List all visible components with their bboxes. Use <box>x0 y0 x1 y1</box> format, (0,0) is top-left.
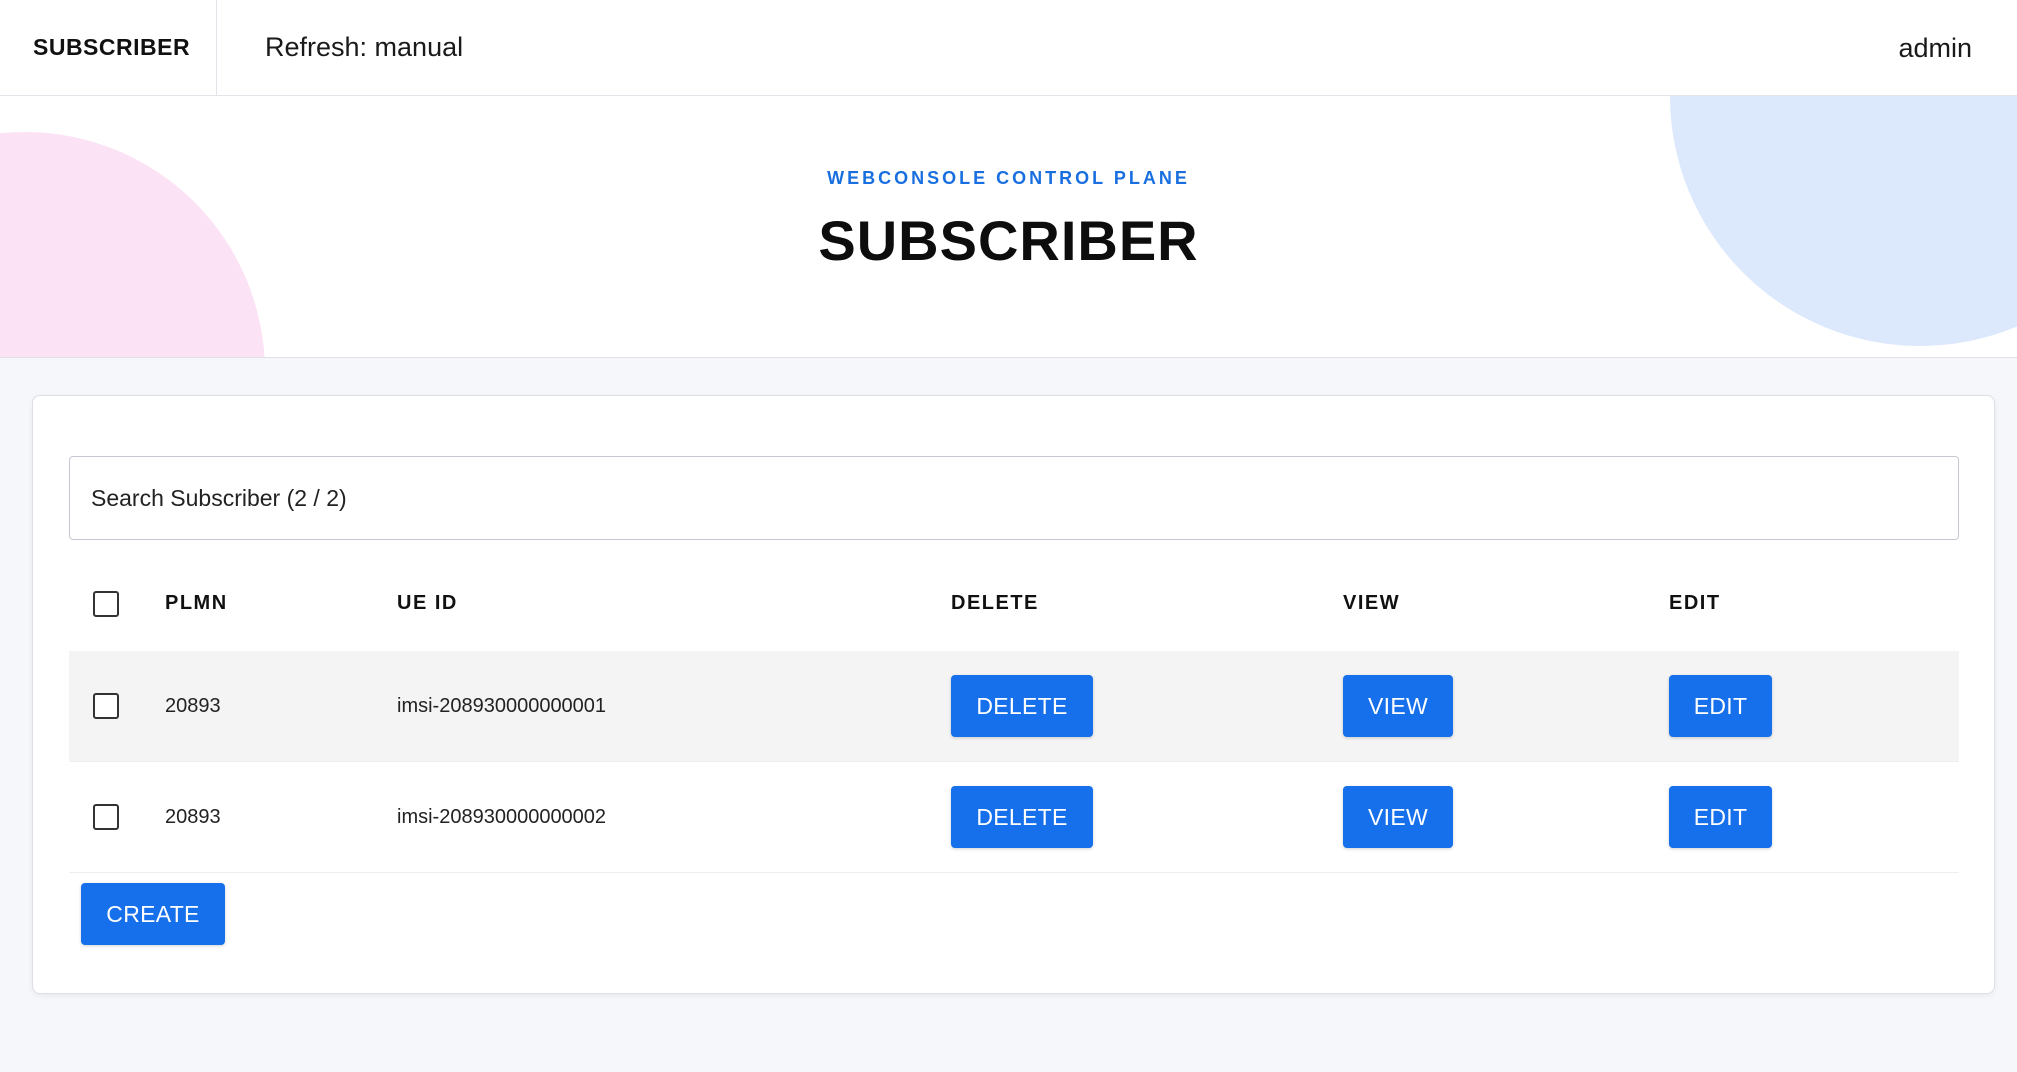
header-checkbox-cell <box>93 556 119 651</box>
refresh-mode[interactable]: Refresh: manual <box>217 32 463 63</box>
delete-button[interactable]: DELETE <box>951 675 1093 737</box>
subscriber-table: PLMN UE ID DELETE VIEW EDIT 20893 imsi-2… <box>69 556 1959 873</box>
hero-banner: WEBCONSOLE CONTROL PLANE SUBSCRIBER <box>0 96 2017 358</box>
select-all-checkbox[interactable] <box>93 590 119 617</box>
column-header-edit: EDIT <box>1669 592 1721 614</box>
row-checkbox-cell <box>93 651 119 761</box>
column-header-ue-id[interactable]: UE ID <box>397 556 458 651</box>
column-header-delete: DELETE <box>951 592 1039 614</box>
create-button[interactable]: CREATE <box>81 883 225 945</box>
view-button[interactable]: VIEW <box>1343 786 1453 848</box>
edit-button[interactable]: EDIT <box>1669 675 1772 737</box>
row-checkbox[interactable] <box>93 693 119 719</box>
search-subscriber-input[interactable] <box>69 456 1959 540</box>
column-header-view: VIEW <box>1343 592 1401 614</box>
edit-cell: EDIT <box>1669 762 1772 872</box>
plmn-cell: 20893 <box>165 694 221 717</box>
row-checkbox-cell <box>93 762 119 872</box>
top-bar: SUBSCRIBER Refresh: manual admin <box>0 0 2017 96</box>
view-cell: VIEW <box>1343 651 1453 761</box>
delete-cell: DELETE <box>951 651 1093 761</box>
view-button[interactable]: VIEW <box>1343 675 1453 737</box>
subscriber-card: PLMN UE ID DELETE VIEW EDIT 20893 imsi-2… <box>32 395 1995 994</box>
page-title: SUBSCRIBER <box>818 209 1199 272</box>
row-checkbox[interactable] <box>93 804 119 830</box>
delete-button[interactable]: DELETE <box>951 786 1093 848</box>
ue-id-cell: imsi-208930000000001 <box>397 694 607 717</box>
column-header-plmn[interactable]: PLMN <box>165 556 228 651</box>
edit-button[interactable]: EDIT <box>1669 786 1772 848</box>
app-brand[interactable]: SUBSCRIBER <box>0 0 217 96</box>
edit-cell: EDIT <box>1669 651 1772 761</box>
user-menu[interactable]: admin <box>1898 0 1972 96</box>
delete-cell: DELETE <box>951 762 1093 872</box>
table-header-row: PLMN UE ID DELETE VIEW EDIT <box>69 556 1959 651</box>
hero-eyebrow: WEBCONSOLE CONTROL PLANE <box>827 168 1190 188</box>
view-cell: VIEW <box>1343 762 1453 872</box>
ue-id-cell: imsi-208930000000002 <box>397 805 607 828</box>
plmn-cell: 20893 <box>165 805 221 828</box>
table-row[interactable]: 20893 imsi-208930000000002 DELETE VIEW E… <box>69 762 1959 873</box>
table-row[interactable]: 20893 imsi-208930000000001 DELETE VIEW E… <box>69 651 1959 762</box>
